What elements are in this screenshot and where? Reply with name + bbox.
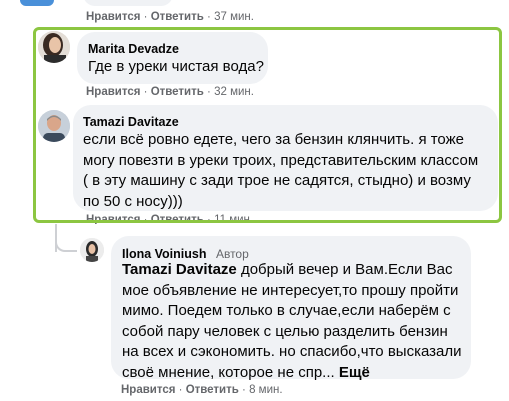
reply-button[interactable]: Ответить [186, 384, 239, 396]
avatar[interactable] [38, 31, 70, 63]
reply-button[interactable]: Ответить [151, 214, 204, 224]
avatar[interactable] [38, 110, 70, 142]
reply-button[interactable]: Ответить [151, 86, 204, 98]
comment-bubble: Tamazi Davitaze если всё ровно едете, че… [73, 105, 498, 211]
comment-text: Где в уреки чистая вода? [88, 58, 264, 75]
see-more-link[interactable]: Ещё [339, 364, 370, 381]
reply-button[interactable]: Ответить [151, 11, 204, 23]
comment-time[interactable]: 37 мин. [214, 11, 254, 23]
comment-text: добрый вечер и Вам.Если Вас мое объявлен… [122, 261, 462, 381]
like-button[interactable]: Нравится [121, 384, 175, 396]
mention-link[interactable]: Tamazi Davitaze [122, 261, 237, 278]
author-badge: Автор [215, 247, 249, 261]
comment-actions: Нравится · Ответить · 32 мин. [86, 86, 254, 98]
like-button[interactable]: Нравится [86, 11, 140, 23]
comment-time[interactable]: 11 мин. [214, 214, 253, 224]
comment-author[interactable]: Marita Devadze [88, 42, 179, 56]
comment-author[interactable]: Tamazi Davitaze [83, 115, 179, 129]
comment-actions: Нравится · Ответить · 11 мин. [86, 214, 254, 224]
comment-text: если всё ровно едете, чего за бензин кля… [83, 131, 479, 210]
partial-comment [83, 0, 173, 8]
partial-comment-actions: Нравится · Ответить · 37 мин. [86, 11, 254, 23]
comment-bubble: Ilona Voiniush Автор Tamazi Davitaze доб… [111, 236, 471, 381]
comment-bubble: Marita Devadze Где в уреки чистая вода? [77, 32, 268, 84]
comment-text-block: Tamazi Davitaze добрый вечер и Вам.Если … [122, 260, 467, 383]
like-button[interactable]: Нравится [86, 86, 140, 98]
thread-connector [55, 236, 77, 252]
comment-time[interactable]: 8 мин. [249, 384, 282, 396]
comment-author[interactable]: Ilona Voiniush [122, 247, 207, 261]
partial-comment-bubble [83, 0, 173, 6]
comment-time[interactable]: 32 мин. [214, 86, 254, 98]
like-button[interactable]: Нравится [86, 214, 140, 224]
comment-actions: Нравится · Ответить · 8 мин. [121, 384, 283, 396]
avatar[interactable] [80, 238, 104, 262]
partial-avatar[interactable] [20, 0, 54, 6]
